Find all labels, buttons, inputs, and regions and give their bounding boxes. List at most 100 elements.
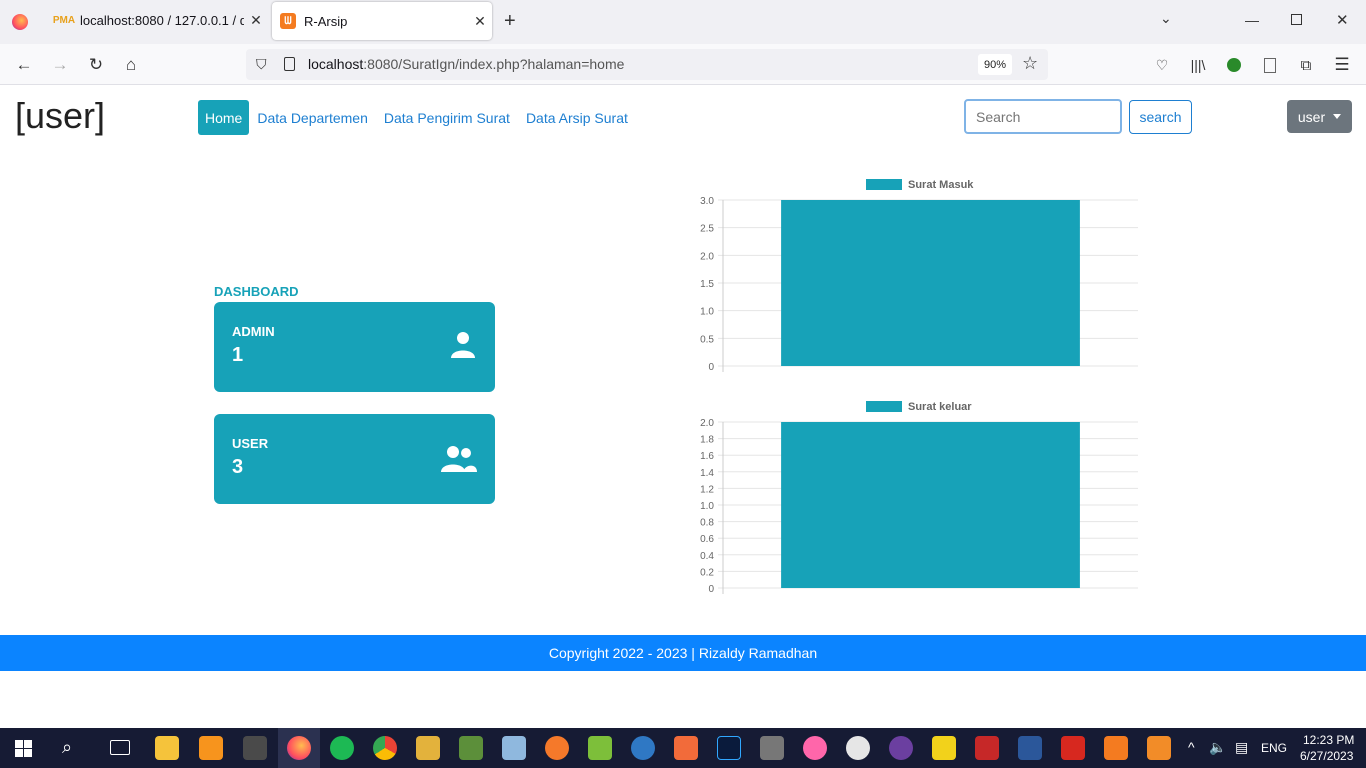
word-icon[interactable] <box>1018 736 1042 760</box>
windows-start-icon[interactable] <box>15 740 32 757</box>
whatsapp-icon[interactable] <box>846 736 870 760</box>
card-value: 3 <box>232 456 244 478</box>
tab-phpmyadmin[interactable]: PMA localhost:8080 / 127.0.0.1 / db_a ✕ <box>44 0 268 40</box>
nav-data-departemen[interactable]: Data Departemen <box>249 100 376 135</box>
sublime-text-icon[interactable] <box>243 736 267 760</box>
extensions-puzzle-icon[interactable]: ⧉ <box>1293 52 1319 78</box>
app-icon-20[interactable] <box>932 736 956 760</box>
osu-icon[interactable] <box>803 736 827 760</box>
firefox-taskbar-icon[interactable] <box>287 736 311 760</box>
nav-data-arsip-surat[interactable]: Data Arsip Surat <box>518 100 636 135</box>
tab-title: localhost:8080 / 127.0.0.1 / db_a <box>80 12 244 28</box>
search-input[interactable] <box>964 99 1122 134</box>
new-tab-button[interactable]: + <box>504 10 516 33</box>
url-bar[interactable]: ⛉ localhost:8080/SuratIgn/index.php?hala… <box>246 49 1048 80</box>
user-dropdown-button[interactable]: user <box>1287 100 1352 133</box>
main-nav: Home Data Departemen Data Pengirim Surat… <box>198 100 636 135</box>
shield-icon[interactable]: ⛉ <box>256 56 267 73</box>
chart-surat-masuk: Surat Masuk 3.0 2.5 2.0 1.5 1.0 0.5 0 <box>700 179 1138 373</box>
volume-icon[interactable]: 🔈 <box>1209 739 1226 756</box>
close-tab-icon[interactable]: ✕ <box>244 12 268 29</box>
app-icon-21[interactable] <box>975 736 999 760</box>
y-tick-label: 3.0 <box>700 196 714 207</box>
y-tick-label: 1.5 <box>700 279 714 290</box>
spotify-icon[interactable] <box>330 736 354 760</box>
app-icon-14[interactable] <box>674 736 698 760</box>
nav-data-pengirim-surat[interactable]: Data Pengirim Surat <box>376 100 518 135</box>
y-tick-label: 1.8 <box>700 435 714 446</box>
notification-icon[interactable]: ▤ <box>1235 739 1248 756</box>
footer-copyright: Copyright 2022 - 2023 | Rizaldy Ramadhan <box>548 645 818 661</box>
y-tick-label: 2.5 <box>700 224 714 235</box>
y-tick-label: 0.2 <box>700 567 714 578</box>
url-text[interactable]: localhost:8080/SuratIgn/index.php?halama… <box>308 56 624 72</box>
chrome-icon[interactable] <box>373 736 397 760</box>
uc-browser-icon[interactable] <box>199 736 223 760</box>
app-icon-8[interactable] <box>416 736 440 760</box>
y-tick-label: 1.0 <box>700 501 714 512</box>
clock-time[interactable]: 12:23 PM <box>1303 733 1354 747</box>
y-tick-label: 1.0 <box>700 307 714 318</box>
brand-title[interactable]: [user] <box>15 95 105 137</box>
blender-icon[interactable] <box>545 736 569 760</box>
footer: Copyright 2022 - 2023 | Rizaldy Ramadhan <box>0 635 1366 671</box>
legend-label: Surat Masuk <box>908 179 974 191</box>
restore-icon[interactable] <box>1291 14 1302 25</box>
y-tick-label: 1.6 <box>700 451 714 462</box>
y-tick-label: 0.8 <box>700 518 714 529</box>
app-icon-19[interactable] <box>889 736 913 760</box>
legend-swatch <box>866 401 902 412</box>
language-indicator[interactable]: ENG <box>1261 741 1287 755</box>
task-view-icon[interactable] <box>110 740 130 755</box>
app-icon-9[interactable] <box>459 736 483 760</box>
firefox-icon[interactable] <box>12 14 28 30</box>
back-icon[interactable]: ← <box>11 52 37 78</box>
app-icon-25[interactable] <box>1147 736 1171 760</box>
bar <box>781 422 1080 588</box>
xampp-taskbar-icon[interactable] <box>1104 736 1128 760</box>
search-button[interactable]: search <box>1129 100 1192 134</box>
app-icon-10[interactable] <box>502 736 526 760</box>
file-explorer-icon[interactable] <box>155 736 179 760</box>
card-label: USER <box>232 436 269 451</box>
close-window-icon[interactable]: ✕ <box>1336 11 1349 29</box>
minimize-icon[interactable]: — <box>1245 12 1259 28</box>
close-tab-icon[interactable]: ✕ <box>468 13 492 30</box>
library-icon[interactable]: |||\ <box>1185 52 1211 78</box>
y-tick-label: 2.0 <box>700 418 714 429</box>
tab-r-arsip[interactable]: ᗯ R-Arsip ✕ <box>272 2 492 40</box>
y-tick-label: 0 <box>708 362 714 373</box>
y-tick-label: 0.5 <box>700 334 714 345</box>
tab-title: R-Arsip <box>304 13 348 29</box>
home-icon[interactable]: ⌂ <box>118 52 144 78</box>
page-icon[interactable] <box>284 57 295 71</box>
tray-chevron-icon[interactable]: ^ <box>1188 739 1195 755</box>
user-menu-label: user <box>1297 108 1326 125</box>
menu-icon[interactable]: ☰ <box>1329 52 1355 78</box>
app-icon-12[interactable] <box>588 736 612 760</box>
forward-icon[interactable]: → <box>47 52 73 78</box>
pocket-icon[interactable]: ♡ <box>1149 52 1175 78</box>
search-icon[interactable]: ⌕ <box>62 737 72 758</box>
reload-icon[interactable]: ↻ <box>83 52 109 78</box>
list-tabs-icon[interactable]: ⌄ <box>1160 10 1172 27</box>
users-icon <box>441 446 477 472</box>
bookmark-star-icon[interactable]: ☆ <box>1022 53 1038 74</box>
extension-icon[interactable] <box>1221 52 1247 78</box>
zoom-indicator[interactable]: 90% <box>978 54 1012 75</box>
nav-home[interactable]: Home <box>198 100 250 135</box>
y-tick-label: 2.0 <box>700 251 714 262</box>
y-tick-label: 0.6 <box>700 534 714 545</box>
app-icon-13[interactable] <box>631 736 655 760</box>
card-label: ADMIN <box>232 324 275 339</box>
dashboard-title: DASHBOARD <box>214 284 299 299</box>
reader-icon[interactable] <box>1257 52 1283 78</box>
app-icon-16[interactable] <box>760 736 784 760</box>
legend-swatch <box>866 179 902 190</box>
clock-date[interactable]: 6/27/2023 <box>1300 749 1353 763</box>
caret-down-icon <box>1333 114 1342 119</box>
photoshop-icon[interactable] <box>717 736 741 760</box>
windows-taskbar: ⌕ ^ 🔈 ▤ ENG 12:23 PM 6/27/2023 <box>0 728 1366 768</box>
acrobat-icon[interactable] <box>1061 736 1085 760</box>
legend-label: Surat keluar <box>908 401 972 413</box>
